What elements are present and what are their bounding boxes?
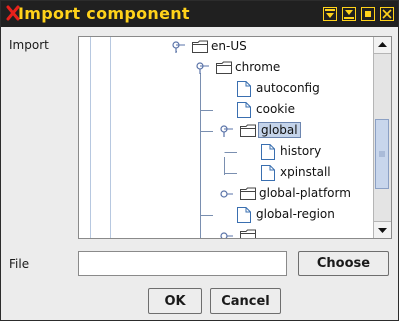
tree-node-autoconfig[interactable]: autoconfig bbox=[79, 79, 374, 100]
component-tree[interactable]: en-US chrome autoconfig cookie global hi… bbox=[78, 36, 392, 239]
tree-vertical-scrollbar[interactable] bbox=[373, 37, 391, 238]
minimize-button[interactable] bbox=[323, 7, 337, 21]
tree-node-global[interactable]: global bbox=[79, 121, 374, 142]
folder-icon bbox=[216, 61, 232, 74]
tree-node-label: cookie bbox=[256, 102, 295, 116]
tree-node-global-platform[interactable]: global-platform bbox=[79, 184, 374, 205]
tree-node-label-selected: global bbox=[258, 122, 301, 138]
tree-node-label: en-US bbox=[211, 39, 247, 53]
maximize-button[interactable] bbox=[342, 7, 356, 21]
close-button[interactable] bbox=[380, 7, 394, 21]
file-icon bbox=[237, 102, 251, 118]
file-label: File bbox=[9, 257, 30, 271]
tree-node-label: autoconfig bbox=[256, 81, 320, 95]
tree-node-label: global-platform bbox=[259, 186, 351, 200]
minimize-icon bbox=[325, 9, 335, 18]
close-icon bbox=[382, 9, 392, 19]
import-component-dialog: Import component Import en-US chrome aut… bbox=[0, 0, 399, 321]
folder-icon bbox=[192, 40, 208, 53]
title-bar[interactable]: Import component bbox=[1, 1, 398, 27]
restore-button[interactable] bbox=[361, 7, 375, 21]
file-icon bbox=[261, 165, 275, 181]
collapsed-handle-icon bbox=[220, 232, 233, 238]
tree-node-global-region[interactable]: global-region bbox=[79, 205, 374, 226]
tree-node-label: global-region bbox=[256, 207, 335, 221]
ok-button[interactable]: OK bbox=[148, 288, 202, 314]
scroll-down-button[interactable] bbox=[374, 221, 391, 238]
tree-node-partial[interactable] bbox=[79, 226, 374, 238]
file-icon bbox=[237, 81, 251, 97]
collapsed-handle-icon bbox=[220, 190, 233, 198]
window-title: Import component bbox=[18, 4, 190, 23]
tree-node-label: chrome bbox=[235, 60, 281, 74]
folder-icon bbox=[240, 229, 256, 238]
scroll-up-button[interactable] bbox=[374, 37, 391, 54]
tree-node-chrome[interactable]: chrome bbox=[79, 58, 374, 79]
tree-node-en-us[interactable]: en-US bbox=[79, 37, 374, 58]
import-label: Import bbox=[9, 38, 49, 52]
maximize-icon bbox=[344, 10, 354, 19]
expanded-handle-icon bbox=[172, 41, 185, 53]
scroll-down-arrow-icon bbox=[378, 228, 387, 233]
expanded-handle-icon bbox=[220, 125, 233, 137]
tree-node-label: history bbox=[280, 144, 322, 158]
scroll-thumb[interactable] bbox=[375, 119, 389, 189]
tree-node-history[interactable]: history bbox=[79, 142, 374, 163]
tree-node-label: xpinstall bbox=[280, 165, 331, 179]
file-icon bbox=[237, 207, 251, 223]
tree-node-xpinstall[interactable]: xpinstall bbox=[79, 163, 374, 184]
tree-node-cookie[interactable]: cookie bbox=[79, 100, 374, 121]
file-icon bbox=[261, 144, 275, 160]
cancel-button[interactable]: Cancel bbox=[210, 288, 281, 314]
scroll-up-arrow-icon bbox=[378, 42, 387, 47]
restore-icon bbox=[365, 11, 371, 17]
scroll-grip-icon bbox=[379, 151, 385, 157]
choose-button[interactable]: Choose bbox=[298, 251, 389, 276]
file-path-input[interactable] bbox=[78, 251, 287, 276]
folder-icon bbox=[240, 187, 256, 200]
expanded-handle-icon bbox=[196, 62, 209, 74]
folder-icon bbox=[240, 124, 256, 137]
